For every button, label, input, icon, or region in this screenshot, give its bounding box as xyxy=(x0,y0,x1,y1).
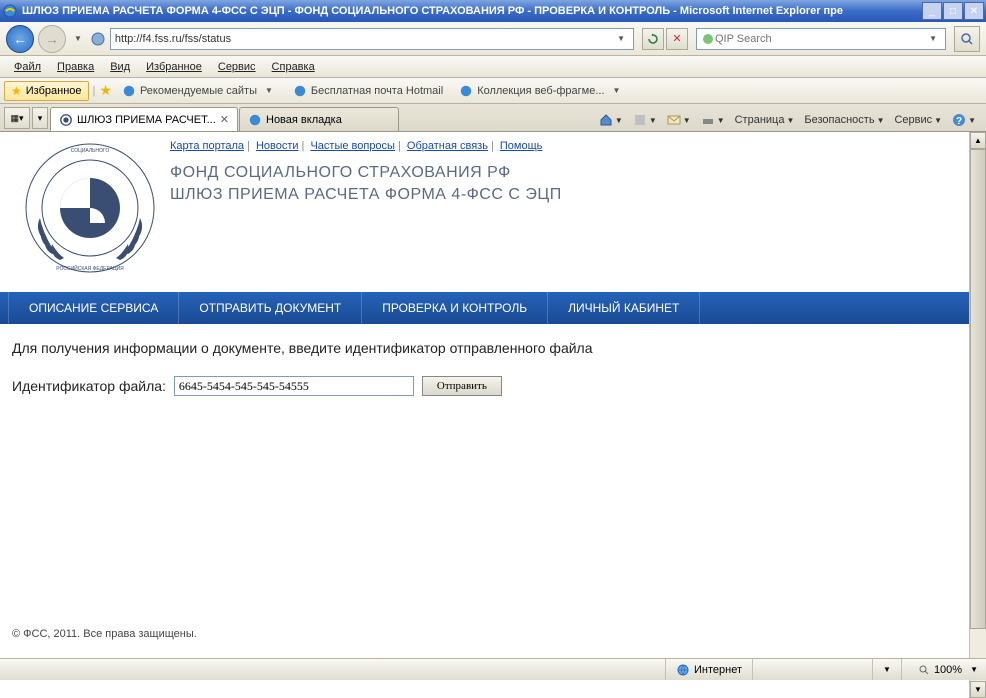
qip-icon xyxy=(701,32,715,46)
menu-help[interactable]: Справка xyxy=(264,59,323,75)
favorites-button[interactable]: ★Избранное xyxy=(4,81,89,101)
fav-web-fragments[interactable]: Коллекция веб-фрагме...▼ xyxy=(453,84,630,98)
address-bar[interactable]: ▼ xyxy=(110,28,634,50)
status-protected-mode[interactable] xyxy=(752,659,872,680)
search-dropdown[interactable]: ▼ xyxy=(929,34,937,43)
tab-2[interactable]: Новая вкладка xyxy=(239,107,399,131)
file-id-input[interactable] xyxy=(174,376,414,396)
svg-text:?: ? xyxy=(956,116,962,127)
search-button[interactable] xyxy=(954,26,980,52)
link-sitemap[interactable]: Карта портала xyxy=(170,140,244,152)
favorites-bar: ★Избранное | ★ Рекомендуемые сайты▼ Бесп… xyxy=(0,78,986,104)
menu-edit[interactable]: Правка xyxy=(49,59,102,75)
home-button[interactable]: ▼ xyxy=(599,113,623,127)
ie-tab-icon xyxy=(248,113,262,127)
tab-2-label: Новая вкладка xyxy=(266,114,342,126)
zoom-control[interactable]: 100% ▼ xyxy=(901,659,986,680)
link-help[interactable]: Помощь xyxy=(500,140,543,152)
internet-zone-icon xyxy=(676,663,690,677)
maximize-button[interactable]: □ xyxy=(943,2,963,20)
page-footer: © ФСС, 2011. Все права защищены. xyxy=(12,628,197,640)
fss-logo: СОЦИАЛЬНОГО РОССИЙСКАЯ ФЕДЕРАЦИЯ xyxy=(10,132,170,284)
submit-button[interactable]: Отправить xyxy=(422,376,502,396)
help-button[interactable]: ?▼ xyxy=(952,113,976,127)
stop-button[interactable]: ✕ xyxy=(666,28,688,50)
minimize-button[interactable]: _ xyxy=(922,2,942,20)
tab-bar: ▦▾ ▾ ШЛЮЗ ПРИЕМА РАСЧЕТ... ✕ Новая вклад… xyxy=(0,104,986,132)
nav-check-control[interactable]: ПРОВЕРКА И КОНТРОЛЬ xyxy=(362,292,548,324)
nav-history-dropdown[interactable]: ▼ xyxy=(74,34,82,43)
main-nav: ОПИСАНИЕ СЕРВИСА ОТПРАВИТЬ ДОКУМЕНТ ПРОВ… xyxy=(0,292,969,324)
ie-icon xyxy=(293,84,307,98)
tab-1-label: ШЛЮЗ ПРИЕМА РАСЧЕТ... xyxy=(77,114,216,126)
fss-tab-icon xyxy=(59,113,73,127)
page-content: СОЦИАЛЬНОГО РОССИЙСКАЯ ФЕДЕРАЦИЯ Карта п… xyxy=(0,132,969,698)
status-bar: Интернет ▼ 100% ▼ xyxy=(0,658,986,680)
print-button[interactable]: ▼ xyxy=(701,113,725,127)
nav-send-document[interactable]: ОТПРАВИТЬ ДОКУМЕНТ xyxy=(179,292,362,324)
address-input[interactable] xyxy=(115,33,613,45)
ie-icon xyxy=(459,84,473,98)
status-zone[interactable]: Интернет xyxy=(665,659,752,680)
org-subtitle: ШЛЮЗ ПРИЕМА РАСЧЕТА ФОРМА 4-ФСС С ЭЦП xyxy=(170,186,959,204)
nav-toolbar: ← → ▼ ▼ ✕ ▼ xyxy=(0,22,986,56)
top-links: Карта портала| Новости| Частые вопросы| … xyxy=(170,136,959,164)
scroll-up[interactable]: ▲ xyxy=(970,132,986,149)
scroll-thumb[interactable] xyxy=(970,149,986,629)
security-menu[interactable]: Безопасность▼ xyxy=(804,114,884,126)
fav-hotmail[interactable]: Бесплатная почта Hotmail xyxy=(287,84,449,98)
add-favorite-icon[interactable]: ★ xyxy=(99,82,112,99)
vertical-scrollbar[interactable]: ▲ ▼ xyxy=(969,132,986,698)
fav-recommended-sites[interactable]: Рекомендуемые сайты▼ xyxy=(116,84,283,98)
address-dropdown[interactable]: ▼ xyxy=(617,34,625,43)
menu-favorites[interactable]: Избранное xyxy=(138,59,210,75)
back-button[interactable]: ← xyxy=(6,25,34,53)
search-box[interactable]: ▼ xyxy=(696,28,946,50)
tab-1-close[interactable]: ✕ xyxy=(220,113,229,126)
nav-service-description[interactable]: ОПИСАНИЕ СЕРВИСА xyxy=(8,292,179,324)
ie-icon xyxy=(2,3,18,19)
page-menu[interactable]: Страница▼ xyxy=(735,114,795,126)
zoom-icon xyxy=(918,664,930,676)
link-news[interactable]: Новости xyxy=(256,140,299,152)
form-prompt: Для получения информации о документе, вв… xyxy=(12,340,957,356)
forward-button[interactable]: → xyxy=(38,25,66,53)
search-input[interactable] xyxy=(715,33,925,45)
window-title: ШЛЮЗ ПРИЕМА РАСЧЕТА ФОРМА 4-ФСС С ЭЦП - … xyxy=(22,5,922,17)
service-menu[interactable]: Сервис▼ xyxy=(894,114,942,126)
page-icon xyxy=(90,31,106,47)
feeds-button[interactable]: ▼ xyxy=(633,113,657,127)
mail-button[interactable]: ▼ xyxy=(667,113,691,127)
menu-tools[interactable]: Сервис xyxy=(210,59,264,75)
quick-tabs-button[interactable]: ▦▾ xyxy=(4,107,30,129)
link-feedback[interactable]: Обратная связь xyxy=(407,140,488,152)
form-label: Идентификатор файла: xyxy=(12,378,166,394)
refresh-button[interactable] xyxy=(642,28,664,50)
menu-bar: Файл Правка Вид Избранное Сервис Справка xyxy=(0,56,986,78)
svg-text:РОССИЙСКАЯ ФЕДЕРАЦИЯ: РОССИЙСКАЯ ФЕДЕРАЦИЯ xyxy=(56,264,124,272)
status-misc[interactable]: ▼ xyxy=(872,659,901,680)
svg-text:СОЦИАЛЬНОГО: СОЦИАЛЬНОГО xyxy=(71,148,110,154)
nav-personal-cabinet[interactable]: ЛИЧНЫЙ КАБИНЕТ xyxy=(548,292,700,324)
window-titlebar: ШЛЮЗ ПРИЕМА РАСЧЕТА ФОРМА 4-ФСС С ЭЦП - … xyxy=(0,0,986,22)
menu-file[interactable]: Файл xyxy=(6,59,49,75)
org-title: ФОНД СОЦИАЛЬНОГО СТРАХОВАНИЯ РФ xyxy=(170,164,959,182)
close-button[interactable]: ✕ xyxy=(964,2,984,20)
menu-view[interactable]: Вид xyxy=(102,59,138,75)
link-faq[interactable]: Частые вопросы xyxy=(310,140,395,152)
scroll-down[interactable]: ▼ xyxy=(970,681,986,698)
tab-1[interactable]: ШЛЮЗ ПРИЕМА РАСЧЕТ... ✕ xyxy=(50,107,238,131)
tab-list-button[interactable]: ▾ xyxy=(32,107,48,129)
ie-icon xyxy=(122,84,136,98)
